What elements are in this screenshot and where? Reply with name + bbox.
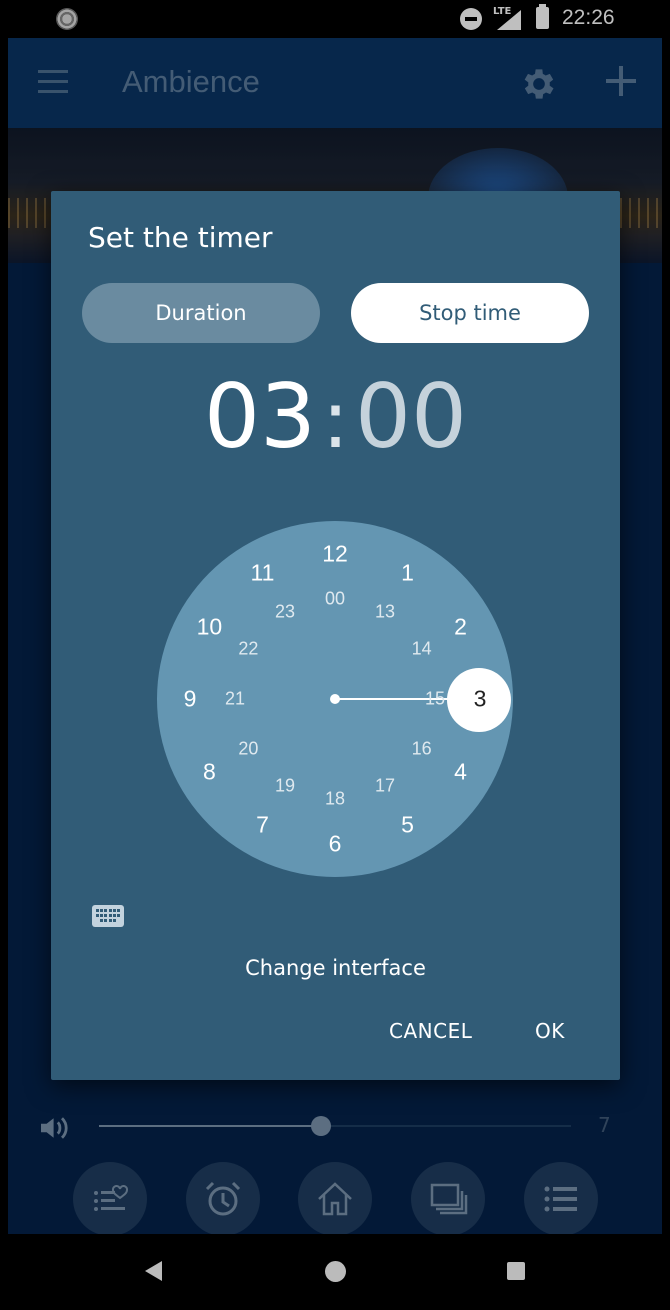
clock-number-11[interactable]: 11 xyxy=(251,560,275,587)
time-hour[interactable]: 03 xyxy=(204,365,316,468)
clock-number-19[interactable]: 19 xyxy=(275,775,295,796)
clock-number-14[interactable]: 14 xyxy=(412,639,432,660)
clock-number-5[interactable]: 5 xyxy=(401,811,414,838)
time-display: 03:00 xyxy=(51,367,620,470)
clock-number-8[interactable]: 8 xyxy=(203,758,216,785)
clock-number-23[interactable]: 23 xyxy=(275,602,295,623)
clock-dial[interactable]: 12 1 2 3 4 5 6 7 8 9 10 11 00 13 14 15 16 17 18 19 20 21 22 23 xyxy=(157,521,513,877)
recents-icon[interactable] xyxy=(507,1262,525,1280)
clock-number-16[interactable]: 16 xyxy=(412,739,432,760)
system-nav-bar xyxy=(0,1234,670,1310)
clock-number-9[interactable]: 9 xyxy=(184,686,197,713)
clock-number-1[interactable]: 1 xyxy=(401,560,414,587)
time-separator: : xyxy=(322,373,349,466)
clock-number-00[interactable]: 00 xyxy=(325,589,345,610)
dialog-title: Set the timer xyxy=(88,221,273,254)
clock-number-13[interactable]: 13 xyxy=(375,602,395,623)
clock-number-10[interactable]: 10 xyxy=(197,613,223,640)
clock-number-4[interactable]: 4 xyxy=(454,758,467,785)
clock-number-15[interactable]: 15 xyxy=(425,689,445,710)
clock-number-3[interactable]: 3 xyxy=(474,686,487,713)
home-circle-icon[interactable] xyxy=(325,1261,346,1282)
clock-number-2[interactable]: 2 xyxy=(454,613,467,640)
clock-number-6[interactable]: 6 xyxy=(329,831,342,858)
clock-number-7[interactable]: 7 xyxy=(256,811,269,838)
clock-number-18[interactable]: 18 xyxy=(325,789,345,810)
clock-number-21[interactable]: 21 xyxy=(225,689,245,710)
clock-number-22[interactable]: 22 xyxy=(238,639,258,660)
cancel-button[interactable]: CANCEL xyxy=(389,1019,472,1043)
clock-number-17[interactable]: 17 xyxy=(375,775,395,796)
clock-number-12[interactable]: 12 xyxy=(322,541,348,568)
timer-dialog: Set the timer Duration Stop time 03:00 1… xyxy=(51,191,620,1080)
duration-button[interactable]: Duration xyxy=(82,283,320,343)
stop-time-button[interactable]: Stop time xyxy=(351,283,589,343)
clock-hand-center xyxy=(330,694,340,704)
clock-number-20[interactable]: 20 xyxy=(238,739,258,760)
change-interface-label[interactable]: Change interface xyxy=(51,956,620,980)
back-icon[interactable] xyxy=(145,1261,162,1281)
ok-button[interactable]: OK xyxy=(535,1019,565,1043)
keyboard-icon[interactable] xyxy=(92,905,124,927)
time-minute[interactable]: 00 xyxy=(355,365,467,468)
